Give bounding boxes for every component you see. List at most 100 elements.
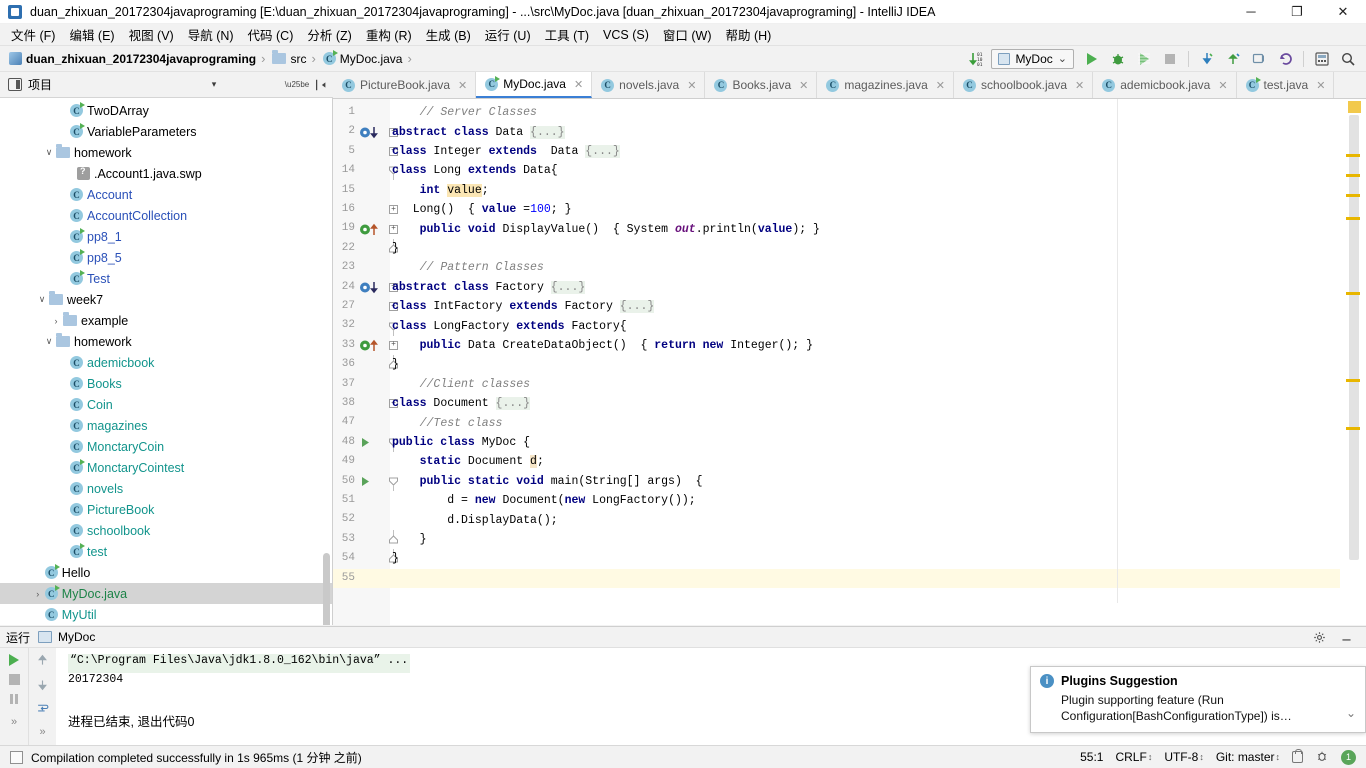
more-actions-button[interactable]: » xyxy=(11,716,17,728)
menu-refactor[interactable]: 重构 (R) xyxy=(359,23,419,46)
tree-item-books[interactable]: C Books xyxy=(0,373,332,394)
tree-item-picturebook[interactable]: C PictureBook xyxy=(0,499,332,520)
run-button[interactable] xyxy=(1080,48,1104,70)
breadcrumb-file-mydoc[interactable]: C MyDoc.java xyxy=(320,50,406,66)
tree-item-ademicbook[interactable]: Cademicbook xyxy=(0,352,332,373)
pause-button[interactable] xyxy=(8,693,20,708)
tree-item-week7[interactable]: ∨ week7 xyxy=(0,289,332,310)
menu-view[interactable]: 视图 (V) xyxy=(122,23,181,46)
close-icon[interactable]: ✕ xyxy=(574,78,583,91)
code-line[interactable]: abstract class Data {...} xyxy=(392,122,565,141)
code-line[interactable]: //Test class xyxy=(392,413,503,432)
vcs-update-button[interactable] xyxy=(1195,48,1219,70)
implementing-method-gutter-icon[interactable] xyxy=(359,219,385,238)
close-icon[interactable]: ✕ xyxy=(1316,79,1325,92)
notification-count-badge[interactable]: 1 xyxy=(1341,749,1356,765)
close-button[interactable]: ✕ xyxy=(1320,0,1366,24)
close-icon[interactable]: ✕ xyxy=(1075,79,1084,92)
tree-item-monctarycoin[interactable]: C MonctaryCoin xyxy=(0,436,332,457)
stripe-marker[interactable] xyxy=(1346,292,1360,295)
stripe-marker[interactable] xyxy=(1346,427,1360,430)
code-line[interactable]: // Server Classes xyxy=(392,103,537,122)
menu-code[interactable]: 代码 (C) xyxy=(241,23,301,46)
soft-wrap-button[interactable] xyxy=(36,702,50,718)
code-line[interactable]: public class MyDoc { xyxy=(392,433,530,452)
tree-item-monctarycointest[interactable]: C MonctaryCointest xyxy=(0,457,332,478)
code-line[interactable]: abstract class Factory {...} xyxy=(392,278,586,297)
editor-vertical-scrollbar[interactable] xyxy=(1349,115,1359,560)
editor-tab-picturebook-java[interactable]: C PictureBook.java ✕ xyxy=(333,72,477,98)
editor-tab-novels-java[interactable]: Cnovels.java ✕ xyxy=(592,72,706,98)
vcs-commit-button[interactable] xyxy=(1221,48,1245,70)
code-line[interactable]: class Integer extends Data {...} xyxy=(392,142,620,161)
editor-tab-schoolbook-java[interactable]: Cschoolbook.java ✕ xyxy=(954,72,1094,98)
code-line[interactable]: // Pattern Classes xyxy=(392,258,544,277)
editor-tab-test-java[interactable]: Ctest.java ✕ xyxy=(1237,72,1335,98)
implementing-method-gutter-icon[interactable] xyxy=(359,336,385,355)
stripe-marker[interactable] xyxy=(1346,194,1360,197)
stop-button[interactable] xyxy=(1158,48,1182,70)
chevron-down-icon[interactable]: ∨ xyxy=(42,336,56,347)
code-line[interactable]: } xyxy=(392,239,399,258)
code-line[interactable]: class Document {...} xyxy=(392,394,531,413)
overridden-method-gutter-icon[interactable] xyxy=(359,122,385,141)
project-tree-panel[interactable]: CTwoDArrayCVariableParameters∨homework.A… xyxy=(0,98,333,625)
minimize-button[interactable]: ─ xyxy=(1228,0,1274,24)
maximize-button[interactable]: ❐ xyxy=(1274,0,1320,24)
gear-icon[interactable]: \u25be xyxy=(285,74,309,96)
breadcrumb-module[interactable]: duan_zhixuan_20172304javaprograming xyxy=(6,52,259,66)
sidebar-scrollbar[interactable] xyxy=(323,553,330,625)
run-gutter-icon[interactable] xyxy=(359,472,385,491)
code-line[interactable]: d = new Document(new LongFactory()); xyxy=(392,491,696,510)
tree-item-accountcollection[interactable]: C AccountCollection xyxy=(0,205,332,226)
code-line[interactable]: static Document d; xyxy=(392,452,544,471)
code-line[interactable]: class IntFactory extends Factory {...} xyxy=(392,297,655,316)
tree-item-hello[interactable]: C Hello xyxy=(0,562,332,583)
code-line[interactable]: Long() { value = 100; } xyxy=(392,200,572,219)
code-editor[interactable]: 1 2 +5 +14 15 16 +19 +22 23 24 +27 +32 33 +36 37 38 +47 4… xyxy=(333,99,1366,625)
chevron-down-icon[interactable]: ∨ xyxy=(35,294,49,305)
menu-build[interactable]: 生成 (B) xyxy=(419,23,478,46)
tree-item-myutil[interactable]: C MyUtil xyxy=(0,604,332,625)
lock-icon[interactable] xyxy=(1292,749,1303,763)
chevron-right-icon[interactable]: › xyxy=(31,589,45,599)
tree-item-test[interactable]: C Test xyxy=(0,268,332,289)
menu-run[interactable]: 运行 (U) xyxy=(478,23,538,46)
encoding-widget[interactable]: UTF-8 ↕ xyxy=(1164,750,1204,764)
inspection-icon[interactable] xyxy=(1315,749,1329,766)
run-configuration-selector[interactable]: MyDoc ⌄ xyxy=(991,48,1074,69)
run-gutter-icon[interactable] xyxy=(359,433,385,452)
tree-item-mydoc-java[interactable]: › C MyDoc.java xyxy=(0,583,332,604)
tree-item-schoolbook[interactable]: Cschoolbook xyxy=(0,520,332,541)
chevron-down-icon[interactable]: ∨ xyxy=(42,147,56,158)
code-line[interactable]: class Long extends Data{ xyxy=(392,161,558,180)
rerun-button[interactable] xyxy=(9,654,19,666)
code-line[interactable]: public void DisplayValue() { System out.… xyxy=(392,219,820,238)
code-line[interactable]: class LongFactory extends Factory{ xyxy=(392,316,627,335)
code-line[interactable]: } xyxy=(392,530,427,549)
code-line[interactable]: d.DisplayData(); xyxy=(392,510,557,529)
menu-file[interactable]: 文件 (F) xyxy=(4,23,62,46)
breadcrumb-folder-src[interactable]: src xyxy=(269,50,309,66)
chevron-right-icon[interactable]: › xyxy=(49,316,63,326)
close-icon[interactable]: ✕ xyxy=(1218,79,1227,92)
editor-tab-ademicbook-java[interactable]: Cademicbook.java ✕ xyxy=(1093,72,1237,98)
menu-vcs[interactable]: VCS (S) xyxy=(596,26,656,44)
more-actions-button[interactable]: » xyxy=(39,726,45,738)
tree-item-novels[interactable]: Cnovels xyxy=(0,478,332,499)
collapse-all-icon[interactable] xyxy=(309,74,333,96)
overridden-method-gutter-icon[interactable] xyxy=(359,278,385,297)
code-line[interactable]: public static void main(String[] args) { xyxy=(392,472,703,491)
vcs-history-button[interactable] xyxy=(1247,48,1271,70)
stripe-marker[interactable] xyxy=(1346,217,1360,220)
menu-navigate[interactable]: 导航 (N) xyxy=(181,23,241,46)
editor-tab-mydoc-java[interactable]: C MyDoc.java ✕ xyxy=(476,72,593,98)
layout-button[interactable] xyxy=(1310,48,1334,70)
tree-item--account1-java-swp[interactable]: .Account1.java.swp xyxy=(0,163,332,184)
close-icon[interactable]: ✕ xyxy=(687,79,696,92)
code-line[interactable]: } xyxy=(392,355,399,374)
code-line[interactable] xyxy=(392,569,399,588)
code-line[interactable]: public Data CreateDataObject() { return … xyxy=(392,336,813,355)
line-separator-widget[interactable]: CRLF ↕ xyxy=(1115,750,1152,764)
code-text-area[interactable]: // Server Classes abstract class Data {..… xyxy=(390,99,1340,625)
